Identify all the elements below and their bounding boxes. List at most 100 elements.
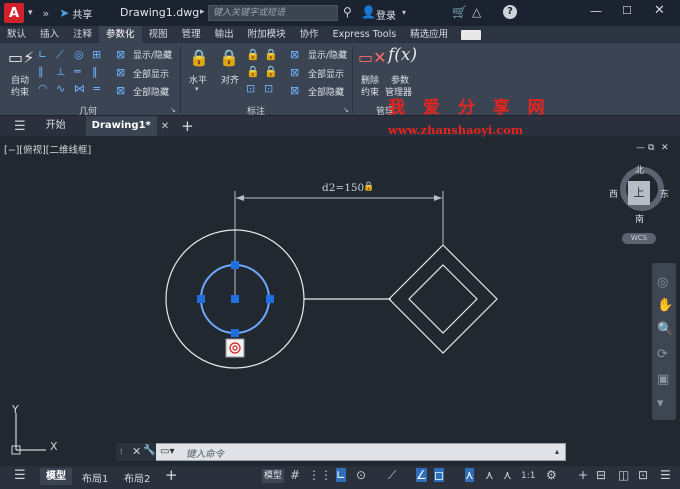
dim-hide-all-icon[interactable]: ⊠ xyxy=(290,84,299,97)
tab-collaborate[interactable]: 协作 xyxy=(293,26,326,43)
viewport-restore-icon[interactable]: ⧉ xyxy=(648,143,654,153)
wcs-menu[interactable]: WCS xyxy=(622,233,656,244)
share-label[interactable]: 共享 xyxy=(72,6,92,21)
command-prompt-icon[interactable]: ▭▾ xyxy=(160,446,174,457)
units-icon[interactable]: ⊟ xyxy=(596,468,606,482)
login-button[interactable]: 登录 xyxy=(376,7,396,22)
horizontal-dimension-icon[interactable]: 🔒 xyxy=(189,48,209,67)
geometry-dialog-launcher-icon[interactable]: ↘ xyxy=(170,106,176,114)
pan-icon[interactable]: ✋ xyxy=(657,298,673,313)
steering-wheel-icon[interactable]: ◎ xyxy=(657,275,668,290)
fix-icon[interactable]: ⊞ xyxy=(92,48,101,61)
radius-dimension-icon[interactable]: 🔒 xyxy=(246,48,260,61)
parallel-icon[interactable]: ∥ xyxy=(38,65,44,78)
viewcube-west[interactable]: 西 xyxy=(609,187,618,200)
new-tab-icon[interactable]: + xyxy=(181,117,194,135)
tab-featured-apps[interactable]: 精选应用 xyxy=(403,26,455,43)
viewcube-east[interactable]: 东 xyxy=(660,187,669,200)
search-icon[interactable]: ⚲ xyxy=(343,5,352,19)
add-layout-icon[interactable]: + xyxy=(165,466,178,484)
search-input[interactable]: 键入关键字或短语 xyxy=(208,5,338,21)
autodesk-app-icon[interactable]: △ xyxy=(472,5,481,19)
parameters-manager-icon[interactable]: f(x) xyxy=(388,45,417,65)
auto-scale-icon[interactable]: ⋏ xyxy=(485,468,494,482)
dim-show-all-icon[interactable]: ⊠ xyxy=(290,66,299,79)
command-line-settings-icon[interactable]: 🔧 xyxy=(143,445,155,456)
tab-parametric[interactable]: 参数化 xyxy=(99,26,142,43)
dynamic-dimension-icon[interactable]: ⊡ xyxy=(246,82,255,95)
search-expand-icon[interactable]: ▸ xyxy=(200,7,205,17)
tab-annotate[interactable]: 注释 xyxy=(66,26,99,43)
tab-view[interactable]: 视图 xyxy=(142,26,175,43)
showmotion-icon[interactable]: ▣ xyxy=(657,372,669,387)
viewport-close-icon[interactable]: ✕ xyxy=(661,143,669,153)
orbit-icon[interactable]: ⟳ xyxy=(657,347,668,362)
customize-menu-icon[interactable]: ☰ xyxy=(660,468,671,482)
perpendicular-icon[interactable]: ⊥ xyxy=(56,65,66,78)
command-history-caret-icon[interactable]: ▴ xyxy=(555,447,559,456)
viewcube-south[interactable]: 南 xyxy=(635,212,644,225)
viewport-minimize-icon[interactable]: — xyxy=(636,143,645,153)
layout-tab-layout2[interactable]: 布局2 xyxy=(124,470,150,485)
user-icon[interactable]: 👤 xyxy=(361,5,376,19)
geo-show-hide-button[interactable]: 显示/隐藏 xyxy=(133,48,172,61)
geo-hide-all-button[interactable]: 全部隐藏 xyxy=(133,85,169,98)
dimensional-dialog-launcher-icon[interactable]: ↘ xyxy=(343,106,349,114)
ribbon-options-icon[interactable] xyxy=(461,29,482,40)
command-line-grip-icon[interactable]: ⁞ xyxy=(120,447,123,456)
login-caret-icon[interactable]: ▾ xyxy=(402,8,406,17)
object-snap-icon[interactable]: ◻ xyxy=(434,468,444,482)
workspace-gear-icon[interactable]: ⚙ xyxy=(546,468,557,482)
minimize-icon[interactable]: — xyxy=(590,4,602,18)
quick-access-forward-icon[interactable]: » xyxy=(43,7,50,20)
zoom-extents-icon[interactable]: 🔍 xyxy=(657,322,673,337)
angular-dimension-icon[interactable]: 🔒 xyxy=(246,65,260,78)
model-space-button[interactable]: 模型 xyxy=(262,469,284,483)
isolate-objects-icon[interactable]: ◫ xyxy=(618,468,629,482)
command-line[interactable] xyxy=(116,443,566,461)
maximize-icon[interactable]: ☐ xyxy=(622,4,632,17)
command-line-close-icon[interactable]: ✕ xyxy=(132,445,141,458)
smooth-icon[interactable]: ∿ xyxy=(56,82,65,95)
viewport-label[interactable]: [−][俯视][二维线框] xyxy=(4,142,91,156)
dim-show-hide-icon[interactable]: ⊠ xyxy=(290,48,299,61)
aligned-dimension-button[interactable]: 对齐 xyxy=(221,73,239,86)
annotation-monitor-icon[interactable]: ⋏ xyxy=(503,468,512,482)
tab-drawing1[interactable]: Drawing1* xyxy=(85,116,157,136)
tangent-icon[interactable]: ◠ xyxy=(38,82,48,95)
fullscreen-icon[interactable]: ⊡ xyxy=(638,468,648,482)
dimension-text[interactable]: d2=150 xyxy=(322,182,364,194)
geo-show-hide-icon[interactable]: ⊠ xyxy=(116,48,125,61)
coincident-icon[interactable]: ∟ xyxy=(38,48,47,61)
dim-hide-all-button[interactable]: 全部隐藏 xyxy=(308,85,344,98)
geo-show-all-button[interactable]: 全部显示 xyxy=(133,67,169,80)
cart-icon[interactable]: 🛒 xyxy=(452,5,467,19)
tab-output[interactable]: 输出 xyxy=(208,26,241,43)
convert-dimension-icon[interactable]: 🔒 xyxy=(264,65,278,78)
app-menu-caret-icon[interactable]: ▾ xyxy=(28,8,33,18)
layout-menu-icon[interactable]: ☰ xyxy=(14,468,26,483)
tab-close-icon[interactable]: ✕ xyxy=(161,121,169,132)
vertical-constraint-icon[interactable]: ‖ xyxy=(92,65,98,78)
horizontal-constraint-icon[interactable]: ═ xyxy=(74,65,81,78)
concentric-icon[interactable]: ◎ xyxy=(74,48,84,61)
auto-constrain-icon[interactable]: ▭⚡ xyxy=(8,48,34,67)
annotation-plus-icon[interactable]: + xyxy=(578,468,588,482)
navbar-customize-icon[interactable]: ▾ xyxy=(657,396,664,411)
viewcube-north[interactable]: 北 xyxy=(635,163,644,176)
collinear-icon[interactable]: ⟋ xyxy=(56,48,64,62)
close-icon[interactable]: ✕ xyxy=(654,3,665,18)
delete-constraints-label-2[interactable]: 约束 xyxy=(361,85,379,98)
tab-start[interactable]: 开始 xyxy=(40,116,72,136)
tab-default[interactable]: 默认 xyxy=(0,26,33,43)
auto-constrain-label-2[interactable]: 约束 xyxy=(11,85,29,98)
tab-addins[interactable]: 附加模块 xyxy=(241,26,293,43)
viewcube-face[interactable]: 上 xyxy=(628,181,650,205)
snap-icon[interactable]: ⋮⋮ xyxy=(308,468,332,482)
layout-tab-layout1[interactable]: 布局1 xyxy=(82,470,108,485)
isodraft-icon[interactable]: ⟋ xyxy=(388,468,396,483)
app-logo-icon[interactable]: A xyxy=(4,3,24,23)
symmetric-icon[interactable]: ⋈ xyxy=(74,82,85,95)
annotational-dimension-icon[interactable]: ⊡ xyxy=(264,82,273,95)
ortho-icon[interactable]: ∟ xyxy=(336,468,347,482)
